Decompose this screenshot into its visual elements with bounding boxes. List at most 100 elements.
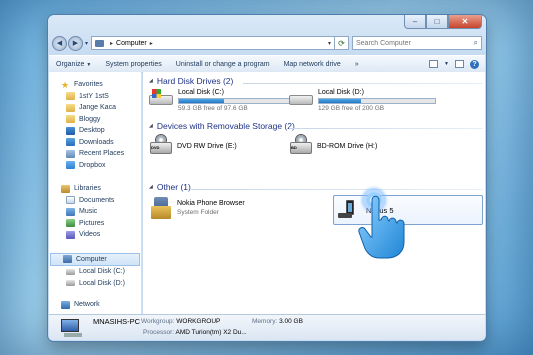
music-icon bbox=[66, 207, 75, 216]
sidebar-label: Music bbox=[79, 208, 98, 216]
breadcrumb-computer[interactable]: Computer bbox=[116, 40, 147, 47]
drive-local-disk-d[interactable]: Local Disk (D:) 129 GB free of 200 GB bbox=[289, 89, 436, 112]
computer-icon bbox=[95, 39, 105, 47]
breadcrumb-separator[interactable]: ▸ bbox=[150, 40, 153, 47]
drive-local-disk-c[interactable]: Local Disk (C:) 59.3 GB free of 97.6 GB bbox=[149, 89, 296, 112]
forward-button[interactable]: ▶ bbox=[68, 35, 83, 51]
sidebar-item-favorites[interactable]: ★ Favorites bbox=[49, 79, 141, 91]
drive-name: BD-ROM Drive (H:) bbox=[317, 142, 378, 150]
sidebar-label: Videos bbox=[79, 231, 101, 239]
group-divider bbox=[243, 83, 483, 84]
sidebar-item-jange-kaca[interactable]: Jange Kaca bbox=[49, 102, 141, 114]
sidebar-label: Libraries bbox=[74, 185, 101, 193]
drive-free-space: 59.3 GB free of 97.6 GB bbox=[178, 105, 248, 112]
sidebar-item-network[interactable]: Network bbox=[49, 299, 141, 311]
group-title: Other (1) bbox=[156, 182, 191, 192]
drive-usage-fill bbox=[319, 99, 361, 103]
breadcrumb-separator[interactable]: ▸ bbox=[110, 40, 113, 47]
star-icon: ★ bbox=[61, 79, 70, 90]
libraries-icon bbox=[61, 184, 70, 193]
pointing-hand-icon bbox=[358, 195, 405, 259]
address-dropdown-icon[interactable]: ▾ bbox=[328, 40, 331, 47]
caption-buttons: – □ ✕ bbox=[404, 15, 482, 29]
item-type: System Folder bbox=[177, 209, 219, 216]
sidebar-item-documents[interactable]: Documents bbox=[49, 195, 141, 207]
chevron-down-icon: ▼ bbox=[86, 61, 92, 68]
organize-menu[interactable]: Organize ▼ bbox=[49, 61, 98, 68]
navigation-pane: ★ Favorites 1stY 1stS Jange Kaca Bloggy D… bbox=[49, 72, 142, 322]
sidebar-item-1sty-1sts[interactable]: 1stY 1stS bbox=[49, 91, 141, 103]
sidebar-label: Recent Places bbox=[79, 150, 125, 158]
sidebar-label: Network bbox=[74, 301, 100, 309]
drive-bd-rom-h[interactable]: BD BD-ROM Drive (H:) bbox=[289, 134, 377, 158]
sidebar-label: Desktop bbox=[79, 127, 105, 135]
details-pane: MNASIHS-PC Workgroup: WORKGROUP Memory: … bbox=[49, 314, 485, 340]
organize-label: Organize bbox=[56, 60, 85, 68]
sidebar-item-libraries[interactable]: Libraries bbox=[49, 183, 141, 195]
videos-icon bbox=[66, 230, 75, 239]
view-dropdown-icon[interactable]: ▼ bbox=[444, 61, 449, 67]
bd-drive-icon: BD bbox=[289, 134, 313, 158]
uninstall-program-button[interactable]: Uninstall or change a program bbox=[169, 61, 277, 68]
windows-drive-icon bbox=[149, 89, 173, 107]
sidebar-label: Computer bbox=[76, 255, 107, 263]
address-row: ◀ ▶ ▾ ▸ Computer ▸ ▾ ⟳ ⌕ bbox=[52, 35, 482, 51]
collapse-triangle-icon[interactable]: ◢ bbox=[149, 78, 153, 84]
help-icon[interactable]: ? bbox=[470, 59, 479, 69]
preview-pane-icon[interactable] bbox=[455, 60, 464, 68]
more-commands-button[interactable]: » bbox=[348, 61, 366, 68]
memory-info: Memory: 3.00 GB bbox=[252, 318, 303, 325]
drive-usage-bar bbox=[318, 98, 436, 104]
sidebar-item-bloggy[interactable]: Bloggy bbox=[49, 114, 141, 126]
sidebar-item-recent-places[interactable]: Recent Places bbox=[49, 148, 141, 160]
sidebar-item-desktop[interactable]: Desktop bbox=[49, 125, 141, 137]
drive-usage-fill bbox=[179, 99, 225, 103]
content-pane: ◢ Hard Disk Drives (2) Local Disk (C:) 59… bbox=[143, 72, 485, 322]
sidebar-label: Jange Kaca bbox=[79, 104, 116, 112]
sidebar-item-dropbox[interactable]: Dropbox bbox=[49, 160, 141, 172]
dropbox-icon bbox=[66, 161, 75, 170]
map-network-drive-button[interactable]: Map network drive bbox=[277, 61, 348, 68]
hard-disk-icon bbox=[289, 89, 313, 107]
recent-pages-dropdown-icon[interactable]: ▾ bbox=[85, 40, 88, 47]
computer-icon bbox=[63, 255, 72, 264]
search-box[interactable]: ⌕ bbox=[352, 36, 482, 50]
network-icon bbox=[61, 300, 70, 309]
item-nokia-phone-browser[interactable]: Nokia Phone Browser System Folder bbox=[151, 197, 245, 219]
group-header-hard-disk-drives[interactable]: ◢ Hard Disk Drives (2) bbox=[149, 76, 233, 86]
drive-dvd-rw-e[interactable]: DVD DVD RW Drive (E:) bbox=[149, 134, 237, 158]
back-button[interactable]: ◀ bbox=[52, 35, 67, 51]
sidebar-label: 1stY 1stS bbox=[79, 92, 109, 100]
sidebar-item-videos[interactable]: Videos bbox=[49, 229, 141, 241]
refresh-button[interactable]: ⟳ bbox=[335, 36, 349, 50]
sidebar-item-local-disk-c[interactable]: Local Disk (C:) bbox=[49, 266, 141, 278]
collapse-triangle-icon[interactable]: ◢ bbox=[149, 123, 153, 129]
sidebar-item-local-disk-d[interactable]: Local Disk (D:) bbox=[49, 278, 141, 290]
group-header-removable-storage[interactable]: ◢ Devices with Removable Storage (2) bbox=[149, 121, 295, 131]
drive-name: DVD RW Drive (E:) bbox=[177, 142, 237, 150]
address-bar[interactable]: ▸ Computer ▸ ▾ bbox=[91, 36, 335, 50]
sidebar-item-downloads[interactable]: Downloads bbox=[49, 137, 141, 149]
sidebar-item-computer[interactable]: Computer bbox=[50, 252, 140, 266]
sidebar-item-music[interactable]: Music bbox=[49, 206, 141, 218]
sidebar-label: Local Disk (C:) bbox=[79, 268, 125, 276]
hard-disk-icon bbox=[66, 280, 75, 287]
folder-icon bbox=[66, 92, 75, 101]
pictures-icon bbox=[66, 219, 75, 228]
change-view-icon[interactable] bbox=[429, 60, 439, 68]
computer-icon bbox=[61, 319, 83, 337]
search-icon[interactable]: ⌕ bbox=[474, 38, 478, 48]
sidebar-item-pictures[interactable]: Pictures bbox=[49, 218, 141, 230]
minimize-button[interactable]: – bbox=[404, 15, 426, 29]
drive-name: Local Disk (C:) bbox=[178, 89, 224, 96]
group-header-other[interactable]: ◢ Other (1) bbox=[149, 182, 191, 192]
sidebar-label: Local Disk (D:) bbox=[79, 279, 125, 287]
close-button[interactable]: ✕ bbox=[448, 15, 482, 29]
sidebar-label: Dropbox bbox=[79, 161, 106, 169]
search-input[interactable] bbox=[356, 39, 474, 47]
item-nexus-5[interactable]: Nexus 5 bbox=[333, 195, 483, 225]
collapse-triangle-icon[interactable]: ◢ bbox=[149, 184, 153, 190]
processor-info: Processor: AMD Turion(tm) X2 Du... bbox=[143, 329, 247, 336]
maximize-button[interactable]: □ bbox=[426, 15, 448, 29]
system-properties-button[interactable]: System properties bbox=[98, 61, 168, 68]
